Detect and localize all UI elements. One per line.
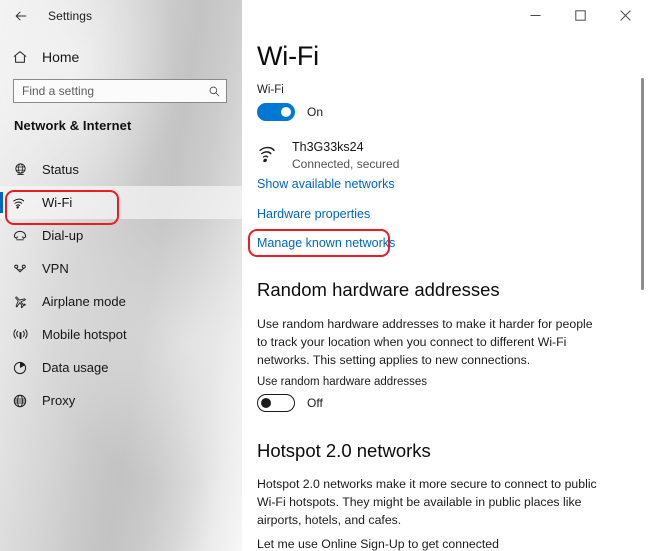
dialup-phone-icon	[0, 228, 40, 243]
search-placeholder: Find a setting	[22, 84, 95, 98]
toggle-knob	[281, 107, 291, 117]
home-icon	[0, 49, 40, 65]
random-hardware-toggle-state: Off	[307, 396, 323, 410]
toggle-knob	[261, 398, 271, 408]
sidebar-item-proxy[interactable]: Proxy	[0, 384, 242, 417]
sidebar-item-label: Dial-up	[42, 228, 84, 243]
sidebar-item-data-usage[interactable]: Data usage	[0, 351, 242, 384]
broadcast-icon	[0, 327, 40, 342]
sidebar-item-label: Wi-Fi	[42, 195, 73, 210]
connected-network-block: Th3G33ks24 Connected, secured	[257, 140, 399, 172]
wifi-toggle-switch[interactable]	[257, 103, 295, 121]
page-title: Wi-Fi	[257, 41, 319, 71]
airplane-icon	[0, 294, 40, 310]
sidebar-nav-list: Status Wi-Fi Dial-up VPN Airplane mode M…	[0, 153, 242, 417]
title-bar-left: Settings	[0, 0, 242, 32]
sidebar-item-label: Mobile hotspot	[42, 327, 127, 342]
sidebar-item-label: Data usage	[42, 360, 109, 375]
maximize-icon[interactable]	[558, 0, 603, 30]
link-hardware-properties[interactable]: Hardware properties	[257, 207, 370, 221]
sidebar-item-vpn[interactable]: VPN	[0, 252, 242, 285]
sidebar-item-wi-fi[interactable]: Wi-Fi	[0, 186, 242, 219]
pie-chart-icon	[0, 360, 40, 376]
search-input[interactable]: Find a setting	[13, 79, 227, 103]
app-title: Settings	[48, 9, 93, 23]
sidebar-item-label: VPN	[42, 261, 69, 276]
sidebar-item-mobile-hotspot[interactable]: Mobile hotspot	[0, 318, 242, 351]
wifi-icon	[0, 195, 40, 210]
search-icon[interactable]	[202, 85, 226, 98]
network-text: Th3G33ks24 Connected, secured	[292, 140, 399, 172]
minimize-icon[interactable]	[513, 0, 558, 30]
close-icon[interactable]	[603, 0, 648, 30]
random-hardware-toggle-row: Off	[257, 394, 323, 412]
navigation-sidebar: Settings Home Find a setting Network & I…	[0, 0, 242, 551]
link-show-available-networks[interactable]: Show available networks	[257, 177, 395, 191]
vpn-icon	[0, 261, 40, 276]
wifi-toggle-label: Wi-Fi	[257, 84, 284, 96]
sidebar-item-dial-up[interactable]: Dial-up	[0, 219, 242, 252]
main-content-pane: Wi-Fi Wi-Fi On Th3G33ks24 Connected, sec…	[242, 0, 648, 551]
sidebar-item-label: Proxy	[42, 393, 76, 408]
random-hardware-toggle-switch[interactable]	[257, 394, 295, 412]
wifi-toggle-state: On	[307, 105, 324, 119]
globe-status-icon	[0, 162, 40, 177]
sidebar-item-home[interactable]: Home	[0, 40, 242, 74]
sidebar-section-heading: Network & Internet	[14, 118, 132, 133]
wifi-signal-icon	[257, 140, 287, 170]
link-manage-known-networks[interactable]: Manage known networks	[257, 236, 395, 250]
back-arrow-icon[interactable]	[4, 1, 38, 31]
random-hardware-toggle-label: Use random hardware addresses	[257, 376, 428, 388]
network-status: Connected, secured	[292, 157, 400, 171]
network-name: Th3G33ks24	[292, 140, 364, 154]
globe-icon	[0, 393, 40, 409]
settings-window: Settings Home Find a setting Network & I…	[0, 0, 648, 551]
sidebar-item-airplane-mode[interactable]: Airplane mode	[0, 285, 242, 318]
section-body-random-hardware: Use random hardware addresses to make it…	[257, 317, 593, 367]
window-controls	[513, 0, 648, 30]
section-heading-random-hardware: Random hardware addresses	[257, 279, 500, 300]
hotspot-signup-label: Let me use Online Sign-Up to get connect…	[257, 537, 499, 551]
home-label: Home	[42, 49, 80, 65]
scrollbar-thumb[interactable]	[641, 78, 644, 290]
section-heading-hotspot: Hotspot 2.0 networks	[257, 440, 431, 461]
section-body-hotspot: Hotspot 2.0 networks make it more secure…	[257, 477, 597, 527]
sidebar-item-label: Status	[42, 162, 79, 177]
sidebar-item-label: Airplane mode	[42, 294, 126, 309]
sidebar-item-status[interactable]: Status	[0, 153, 242, 186]
wifi-toggle-row: On	[257, 103, 323, 121]
